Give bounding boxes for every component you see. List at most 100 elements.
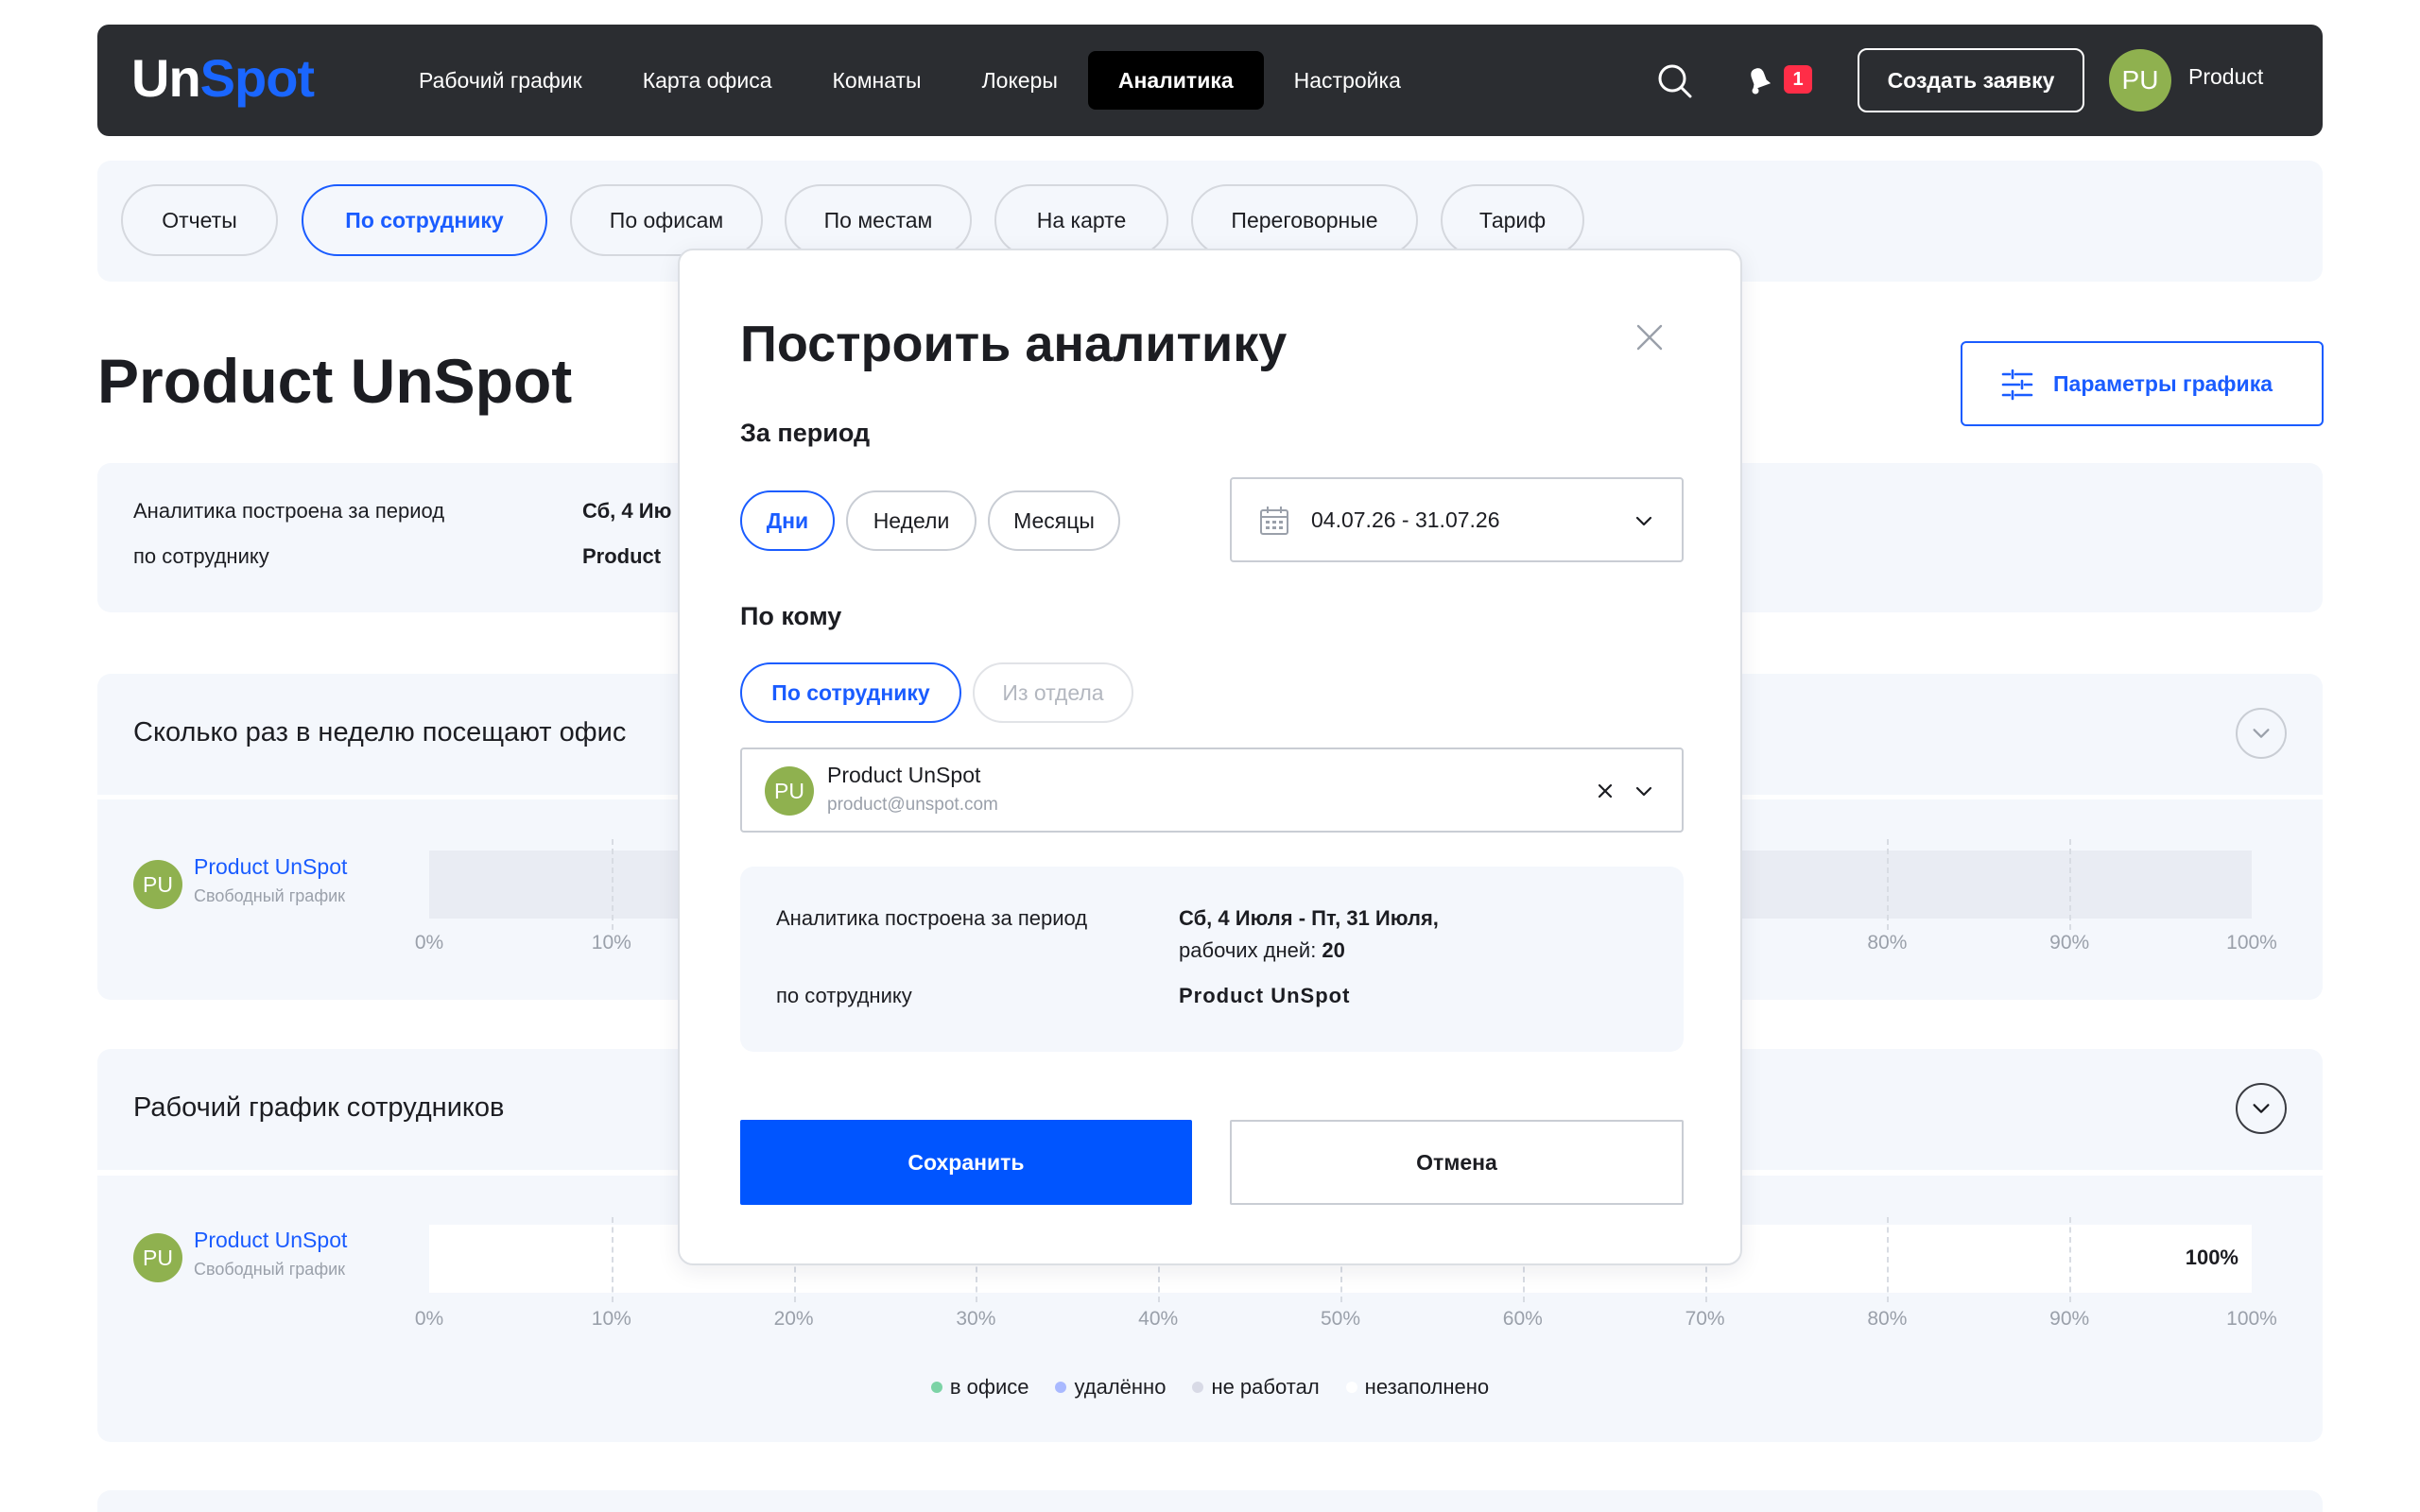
nav-item-schedule[interactable]: Рабочий график xyxy=(389,51,613,110)
calendar-icon xyxy=(1260,507,1288,535)
period-label: Аналитика построена за период xyxy=(133,499,445,523)
tab-by-employee[interactable]: По сотруднику xyxy=(302,184,547,256)
tab-tariff[interactable]: Тариф xyxy=(1441,184,1584,256)
legend-item: незаполнено xyxy=(1345,1375,1490,1400)
legend-dot-empty xyxy=(1345,1382,1357,1393)
bell-icon[interactable] xyxy=(1742,62,1776,96)
chevron-down-icon[interactable] xyxy=(2236,1083,2287,1134)
next-section xyxy=(97,1490,2323,1512)
tab-by-offices[interactable]: По офисам xyxy=(570,184,763,256)
axis-tick-label: 40% xyxy=(1138,1308,1179,1330)
employee-value: Product xyxy=(582,544,662,568)
schedule-type: Свободный график xyxy=(194,886,346,905)
whom-section-label: По кому xyxy=(740,602,842,630)
axis-tick-label: 90% xyxy=(2049,1308,2090,1330)
chart-legend: в офисе удалённо не работал незаполнено xyxy=(0,1375,2420,1400)
legend-item: не работал xyxy=(1192,1375,1320,1400)
axis-tick-label: 0% xyxy=(414,932,444,954)
period-months-pill[interactable]: Месяцы xyxy=(988,490,1120,551)
sliders-icon xyxy=(2001,369,2033,401)
chevron-down-icon[interactable] xyxy=(1633,780,1655,802)
legend-item: удалённо xyxy=(1055,1375,1166,1400)
summary-employee-label: по сотруднику xyxy=(776,984,912,1007)
build-analytics-modal: Построить аналитику За период Дни Недели… xyxy=(678,249,1742,1265)
analytics-summary: Аналитика построена за период Сб, 4 Июля… xyxy=(740,867,1684,1052)
tab-meeting-rooms[interactable]: Переговорные xyxy=(1191,184,1418,256)
section-title: Сколько раз в неделю посещают офис xyxy=(133,717,627,747)
legend-dot-office xyxy=(930,1382,942,1393)
legend-label: незаполнено xyxy=(1364,1375,1490,1399)
save-button[interactable]: Сохранить xyxy=(740,1120,1192,1205)
top-navbar: UnSpot Рабочий график Карта офиса Комнат… xyxy=(97,25,2323,136)
employee-label: по сотруднику xyxy=(133,544,269,568)
close-icon[interactable] xyxy=(1634,322,1665,352)
section-title: Рабочий график сотрудников xyxy=(133,1092,505,1123)
axis-tick-label: 10% xyxy=(591,932,631,954)
nav-item-office-map[interactable]: Карта офиса xyxy=(613,51,803,110)
gridline xyxy=(611,839,614,930)
chevron-down-icon xyxy=(1635,516,1652,526)
tab-by-places[interactable]: По местам xyxy=(785,184,972,256)
legend-label: удалённо xyxy=(1074,1375,1167,1399)
employee-select[interactable]: PU Product UnSpot product@unspot.com xyxy=(740,747,1684,833)
summary-workdays: рабочих дней: 20 xyxy=(1179,938,1345,962)
avatar[interactable]: PU xyxy=(2109,49,2171,112)
avatar: PU xyxy=(765,766,814,816)
gridline xyxy=(1887,839,1890,930)
axis-tick-label: 20% xyxy=(773,1308,814,1330)
user-name[interactable]: Product xyxy=(2188,64,2263,90)
summary-employee-value: Product UnSpot xyxy=(1179,984,1351,1007)
legend-dot-not-worked xyxy=(1192,1382,1204,1393)
period-value: Сб, 4 Ию xyxy=(582,499,672,523)
cancel-button[interactable]: Отмена xyxy=(1230,1120,1684,1205)
search-icon[interactable] xyxy=(1657,63,1693,99)
summary-period-label: Аналитика построена за период xyxy=(776,906,1088,930)
avatar: PU xyxy=(133,1233,182,1282)
gridline xyxy=(2069,1217,2072,1302)
date-range-value: 04.07.26 - 31.07.26 xyxy=(1311,507,1500,532)
employee-link[interactable]: Product UnSpot xyxy=(194,854,347,880)
nav-item-settings[interactable]: Настройка xyxy=(1264,51,1431,110)
legend-label: в офисе xyxy=(949,1375,1029,1399)
axis-tick-label: 0% xyxy=(414,1308,444,1330)
whom-from-department-pill: Из отдела xyxy=(973,662,1133,723)
tab-reports[interactable]: Отчеты xyxy=(121,184,278,256)
gridline xyxy=(611,1217,614,1302)
nav-item-analytics[interactable]: Аналитика xyxy=(1087,51,1264,110)
date-range-select[interactable]: 04.07.26 - 31.07.26 xyxy=(1230,477,1684,562)
chevron-down-icon[interactable] xyxy=(2236,708,2287,759)
period-section-label: За период xyxy=(740,419,871,447)
chart-params-label: Параметры графика xyxy=(2053,371,2273,396)
axis-tick-label: 100% xyxy=(2226,932,2277,954)
avatar: PU xyxy=(133,860,182,909)
page-title: Product UnSpot xyxy=(97,346,573,416)
schedule-type: Свободный график xyxy=(194,1260,346,1279)
legend-label: не работал xyxy=(1211,1375,1320,1399)
unspot-logo[interactable]: UnSpot xyxy=(131,47,315,109)
axis-tick-label: 10% xyxy=(591,1308,631,1330)
axis-tick-label: 50% xyxy=(1320,1308,1361,1330)
whom-by-employee-pill[interactable]: По сотруднику xyxy=(740,662,961,723)
tab-on-map[interactable]: На карте xyxy=(994,184,1168,256)
period-days-pill[interactable]: Дни xyxy=(740,490,835,551)
period-weeks-pill[interactable]: Недели xyxy=(846,490,977,551)
axis-tick-label: 80% xyxy=(1867,1308,1908,1330)
modal-title: Построить аналитику xyxy=(740,316,1288,372)
create-request-button[interactable]: Создать заявку xyxy=(1858,48,2084,112)
employee-name: Product UnSpot xyxy=(827,763,981,787)
axis-tick-label: 100% xyxy=(2226,1308,2277,1330)
nav-item-lockers[interactable]: Локеры xyxy=(952,51,1088,110)
gridline xyxy=(2069,839,2072,930)
bar-value: 100% xyxy=(2185,1246,2238,1269)
nav-item-rooms[interactable]: Комнаты xyxy=(803,51,952,110)
clear-icon[interactable] xyxy=(1595,781,1616,801)
axis-tick-label: 80% xyxy=(1867,932,1908,954)
chart-params-button[interactable]: Параметры графика xyxy=(1961,341,2324,426)
axis-tick-label: 70% xyxy=(1685,1308,1725,1330)
gridline xyxy=(1887,1217,1890,1302)
legend-dot-remote xyxy=(1055,1382,1067,1393)
employee-link[interactable]: Product UnSpot xyxy=(194,1228,347,1253)
axis-tick-label: 60% xyxy=(1502,1308,1543,1330)
main-nav: Рабочий график Карта офиса Комнаты Локер… xyxy=(389,51,1431,110)
employee-email: product@unspot.com xyxy=(827,795,998,815)
